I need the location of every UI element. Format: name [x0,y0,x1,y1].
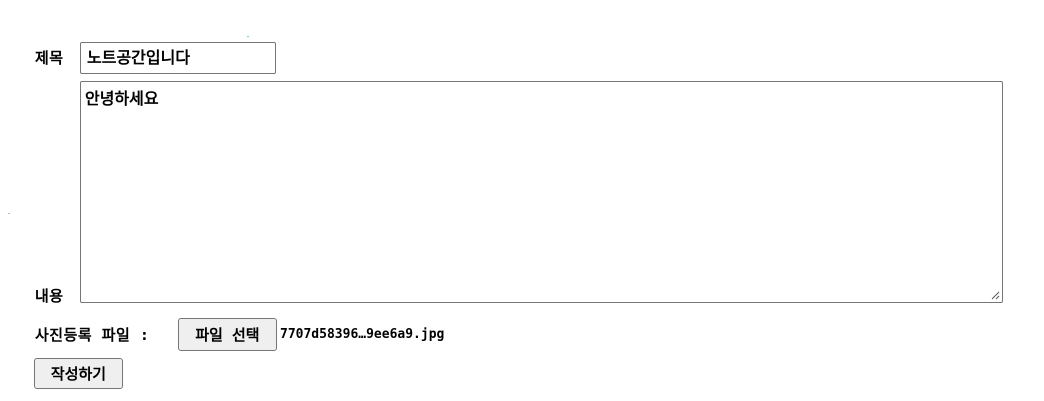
post-form: 제목 노트공간입니다 안녕하세요 내용 사진등록 파일 : 파일 선택 7707… [0,0,1044,401]
content-text: 안녕하세요 [85,89,159,108]
stray-pixel [8,213,10,214]
resize-grip-icon[interactable] [991,291,1000,300]
content-textarea[interactable]: 안녕하세요 [80,81,1003,303]
selected-file-name: 7707d58396…9ee6a9.jpg [280,327,445,342]
content-label: 내용 [35,287,64,305]
photo-file-label: 사진등록 파일 : [35,326,150,344]
title-label: 제목 [35,49,64,67]
stray-pixel [247,36,249,37]
choose-file-button[interactable]: 파일 선택 [178,318,277,351]
submit-button[interactable]: 작성하기 [34,358,123,389]
title-input[interactable]: 노트공간입니다 [80,42,276,74]
